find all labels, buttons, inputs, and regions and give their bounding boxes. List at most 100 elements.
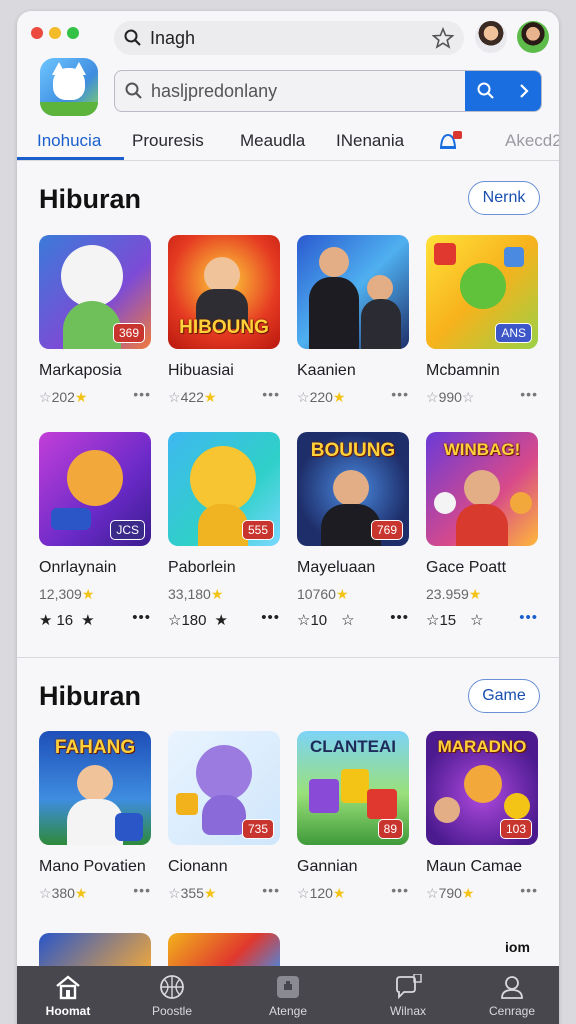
tab-inenania[interactable]: INenania [336,131,404,151]
app-card[interactable]: JCS Onrlaynain 12,309 ★ ★ 16 ★ ••• [39,432,151,629]
more-options-icon[interactable]: ••• [133,386,151,402]
bottom-navigation: Hoomat Poostle Atenge Wilnax Cenrage [17,966,559,1024]
home-icon [56,975,80,1000]
app-thumbnail: 369 [39,235,151,349]
app-logo-icon[interactable] [40,58,98,116]
app-card[interactable]: HIBOUNG Hibuasiai ☆ 422 ★ ••• [168,235,280,406]
app-title: Gace Poatt [426,559,507,576]
app-card[interactable]: 369 Markaposia ☆ 202 ★ ••• [39,235,151,406]
app-thumbnail: BOUUNG 769 [297,432,409,546]
notification-bell-icon[interactable] [437,131,463,153]
more-options-icon[interactable]: ••• [519,609,538,626]
nav-item-wilnax[interactable]: Wilnax [363,966,453,1024]
app-thumbnail: 555 [168,432,280,546]
app-title: Mano Povatien [39,858,146,875]
app-card[interactable]: CLANTEAI 89 Gannian ☆ 120 ★ ••• [297,731,409,902]
tab-akecd2[interactable]: Akecd2 [505,131,559,151]
rating-row-secondary: ☆ 10 ☆ ••• [297,609,409,629]
close-window-button[interactable] [31,27,43,39]
app-thumbnail: 735 [168,731,280,845]
chat-icon [396,974,422,1000]
more-options-icon[interactable]: ••• [261,609,280,626]
app-title: Kaanien [297,362,356,379]
rating-value: 355 [180,885,204,901]
more-options-icon[interactable]: ••• [132,609,151,626]
section-title: Hiburan [39,681,142,711]
section-title: Hiburan [39,184,142,214]
app-card[interactable]: MARADNO 103 Maun Camae ☆ 790 ★ ••• [426,731,538,902]
more-options-icon[interactable]: ••• [133,882,151,898]
app-thumbnail: WINBAG! [426,432,538,546]
nav-item-cenrage[interactable]: Cenrage [467,966,557,1024]
app-title: Mcbamnin [426,362,500,379]
app-banner-text: FAHANG [54,737,136,758]
rating-row: 12,309 ★ [39,585,95,603]
rating-row: ☆ 790 ★ ••• [426,882,538,901]
star-bookmark-icon[interactable] [432,27,454,49]
chevron-right-icon [519,84,529,98]
app-card[interactable]: ANS Mcbamnin ☆ 990 ☆ ••• [426,235,538,406]
rating-row: 23.959 ★ [426,585,482,603]
nav-label: Wilnax [389,1004,426,1018]
app-card[interactable]: WINBAG! Gace Poatt 23.959 ★ ☆ 15 ☆ ••• [426,432,538,629]
rating-value: 790 [438,885,462,901]
avatar-secondary[interactable] [517,21,549,53]
more-options-icon[interactable]: ••• [390,609,409,626]
rating-row: ☆ 422 ★ ••• [168,386,280,405]
more-options-icon[interactable]: ••• [391,882,409,898]
top-search-bar[interactable]: Inagh [114,21,464,55]
search-input[interactable]: hasljpredonlany [151,81,465,102]
minimize-window-button[interactable] [49,27,61,39]
section-action-button[interactable]: Nernk [468,181,540,215]
tab-prouresis[interactable]: Prouresis [132,131,204,151]
app-title: Markaposia [39,362,122,379]
rating-value: 220 [309,389,333,405]
price-badge: 555 [241,520,274,540]
rating-row: ☆ 202 ★ ••• [39,386,151,405]
nav-item-atenge[interactable]: Atenge [243,966,333,1024]
rating-value: 33,180 [168,586,211,602]
app-card[interactable]: FAHANG Mano Povatien ☆ 380 ★ ••• [39,731,151,902]
maximize-window-button[interactable] [67,27,79,39]
rating-value: 422 [180,389,204,405]
rating-row: ☆ 990 ☆ ••• [426,386,538,405]
rating-row: ☆ 220 ★ ••• [297,386,409,405]
rating-value: 202 [51,389,75,405]
section-action-button[interactable]: Game [468,679,540,713]
nav-item-home[interactable]: Hoomat [23,966,113,1024]
rating-row: 10760 ★ [297,585,349,603]
app-thumbnail: MARADNO 103 [426,731,538,845]
rating-value: 380 [51,885,75,901]
tab-meaudla[interactable]: Meaudla [240,131,305,151]
app-banner-text: BOUUNG [310,440,396,461]
top-search-query: Inagh [150,27,196,48]
app-thumbnail: FAHANG [39,731,151,845]
app-card[interactable]: Kaanien ☆ 220 ★ ••• [297,235,409,406]
price-badge: 369 [112,323,145,343]
app-title: Gannian [297,858,358,875]
rating-value: 23.959 [426,586,469,602]
active-tab-indicator [17,157,124,160]
more-options-icon[interactable]: ••• [391,386,409,402]
nav-label: Cenrage [488,1004,536,1018]
search-icon [125,82,142,99]
review-count: 15 [439,611,457,629]
app-card[interactable]: 555 Paborlein 33,180 ★ ☆ 180 ★ ••• [168,432,280,629]
main-search-bar[interactable]: hasljpredonlany [114,70,542,112]
more-options-icon[interactable]: ••• [520,386,538,402]
tab-inohucia[interactable]: Inohucia [37,131,101,151]
app-card[interactable]: BOUUNG 769 Mayeluaan 10760 ★ ☆ 10 ☆ ••• [297,432,409,629]
price-badge: 89 [377,819,403,839]
nav-item-poostle[interactable]: Poostle [127,966,217,1024]
avatar[interactable] [475,21,507,53]
review-count: 16 [56,611,74,629]
app-card[interactable]: 735 Cionann ☆ 355 ★ ••• [168,731,280,902]
app-thumbnail: JCS [39,432,151,546]
app-thumbnail: HIBOUNG [168,235,280,349]
rating-value: 10760 [297,586,336,602]
more-options-icon[interactable]: ••• [262,386,280,402]
search-submit-button[interactable] [465,71,541,111]
more-options-icon[interactable]: ••• [262,882,280,898]
app-title: Mayeluaan [297,559,376,576]
more-options-icon[interactable]: ••• [520,882,538,898]
